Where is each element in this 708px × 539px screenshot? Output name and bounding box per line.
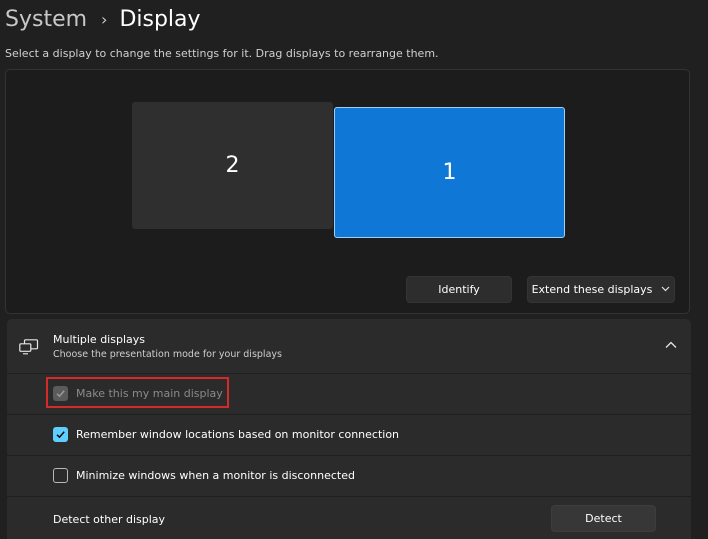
display-mode-dropdown[interactable]: Extend these displays [527, 276, 675, 303]
minimize-windows-label[interactable]: Minimize windows when a monitor is disco… [76, 469, 355, 482]
identify-button[interactable]: Identify [406, 276, 512, 303]
chevron-down-icon [661, 284, 670, 295]
highlight-annotation-box [46, 377, 229, 408]
arrangement-instructions: Select a display to change the settings … [5, 47, 439, 60]
section-subtitle: Choose the presentation mode for your di… [53, 349, 282, 360]
minimize-windows-checkbox[interactable] [53, 468, 68, 483]
monitor-1-tile-selected[interactable]: 1 [334, 107, 565, 238]
multiple-monitors-icon [19, 339, 39, 355]
monitor-2-tile[interactable]: 2 [132, 102, 333, 229]
monitor-number: 2 [225, 153, 240, 178]
breadcrumb-system-link[interactable]: System [5, 7, 87, 32]
identify-button-label: Identify [438, 283, 480, 296]
detect-display-label: Detect other display [53, 513, 166, 526]
multiple-displays-section: Multiple displays Choose the presentatio… [7, 319, 691, 539]
detect-button[interactable]: Detect [551, 505, 656, 532]
breadcrumb-chevron-icon: › [101, 9, 108, 29]
detect-display-row: Detect other display Detect [7, 496, 691, 539]
remember-locations-option-row: Remember window locations based on monit… [7, 414, 691, 456]
monitor-number: 1 [442, 160, 457, 185]
display-mode-value: Extend these displays [531, 283, 653, 296]
checkmark-icon [56, 431, 65, 439]
section-title: Multiple displays [53, 333, 145, 346]
display-settings-page: System › Display Select a display to cha… [0, 0, 708, 539]
chevron-up-icon[interactable] [665, 341, 677, 349]
breadcrumb: System › Display [5, 4, 201, 34]
main-display-option-row: Make this my main display [7, 373, 691, 415]
multiple-displays-header[interactable]: Multiple displays Choose the presentatio… [7, 319, 691, 373]
detect-button-label: Detect [585, 512, 622, 525]
minimize-windows-option-row: Minimize windows when a monitor is disco… [7, 455, 691, 497]
page-title: Display [119, 6, 201, 32]
remember-locations-checkbox[interactable] [53, 427, 68, 442]
display-arrangement-panel: 2 1 Identify Extend these displays [5, 69, 690, 314]
remember-locations-label[interactable]: Remember window locations based on monit… [76, 428, 399, 441]
